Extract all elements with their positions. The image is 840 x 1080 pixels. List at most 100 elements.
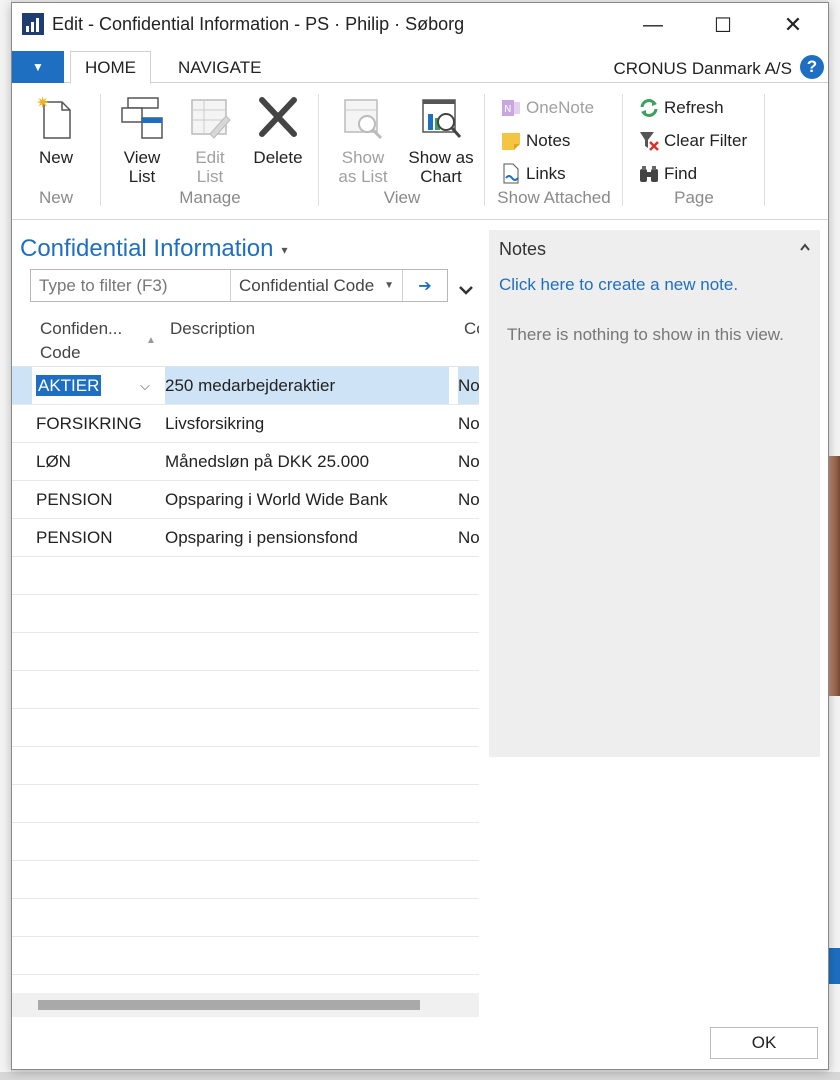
show-as-chart-button[interactable]: Show as Chart (400, 94, 482, 186)
table-row[interactable]: PENSION Opsparing i pensionsfond No (12, 519, 479, 557)
sort-ascending-icon: ▲ (146, 335, 156, 346)
third-column-cell[interactable]: No (458, 405, 479, 442)
page-title-text: Confidential Information (20, 235, 274, 262)
table-row[interactable]: LØN Månedsløn på DKK 25.000 No (12, 443, 479, 481)
maximize-button[interactable]: ☐ (688, 3, 758, 47)
view-list-button[interactable]: View List (110, 94, 174, 186)
empty-row (12, 671, 479, 709)
close-button[interactable]: ✕ (758, 3, 828, 47)
find-label: Find (664, 164, 698, 183)
links-label: Links (526, 164, 566, 183)
empty-row (12, 595, 479, 633)
delete-label: Delete (253, 148, 303, 167)
title-bar: Edit - Confidential Information - PS · P… (12, 3, 828, 47)
page-title[interactable]: Confidential Information ▾ (20, 235, 288, 263)
description-cell[interactable]: Opsparing i World Wide Bank (165, 481, 449, 518)
column-header-third[interactable]: Co (464, 317, 479, 341)
apply-filter-arrow-icon[interactable]: ➔ (403, 276, 447, 296)
third-column-cell[interactable]: No (458, 443, 479, 480)
links-button[interactable]: Links (500, 160, 566, 188)
group-label-manage: Manage (179, 188, 241, 207)
show-as-chart-icon (419, 94, 463, 142)
group-label-view: View (383, 188, 421, 207)
svg-text:✷: ✷ (36, 94, 49, 112)
horizontal-scrollbar[interactable] (12, 993, 479, 1017)
delete-button[interactable]: Delete (246, 94, 310, 167)
edit-list-label: Edit List (195, 148, 225, 186)
company-name: CRONUS Danmark A/S (613, 59, 792, 78)
background-bottom (0, 1072, 840, 1080)
ribbon-group-show-attached: N OneNote Notes Links Show Attached (486, 90, 622, 214)
application-menu-button[interactable]: ▼ (12, 51, 64, 83)
code-cell[interactable]: PENSION (36, 519, 156, 556)
show-as-list-button[interactable]: Show as List (328, 94, 398, 186)
chevron-down-icon: ▾ (281, 242, 288, 257)
third-column-cell[interactable]: No (458, 367, 479, 404)
notes-label: Notes (526, 131, 571, 150)
description-cell[interactable]: Livsforsikring (165, 405, 449, 442)
show-as-list-label: Show as List (338, 148, 388, 186)
onenote-icon: N (500, 97, 522, 119)
code-cell[interactable]: AKTIER (36, 367, 156, 404)
code-cell[interactable]: PENSION (36, 481, 156, 518)
ribbon-separator (318, 94, 319, 206)
minimize-button[interactable]: — (618, 3, 688, 47)
tab-navigate[interactable]: NAVIGATE (164, 51, 275, 84)
scrollbar-thumb[interactable] (38, 1000, 420, 1010)
column-header-code-line1: Confiden... (40, 319, 123, 338)
help-icon[interactable]: ? (800, 55, 824, 79)
expand-chevron-icon[interactable] (458, 283, 474, 301)
collapse-caret-icon[interactable] (800, 240, 810, 254)
empty-row (12, 557, 479, 595)
notes-title: Notes (499, 239, 547, 259)
empty-row (12, 709, 479, 747)
new-button[interactable]: ✷ New (24, 93, 88, 167)
ribbon-group-manage: View List Edit List Delete Manage (102, 90, 318, 214)
empty-row (12, 633, 479, 671)
clear-filter-button[interactable]: Clear Filter (638, 127, 747, 155)
filter-bar: Type to filter (F3) Confidential Code ▼ … (30, 269, 448, 302)
third-column-cell[interactable]: No (458, 481, 479, 518)
filter-field-select[interactable]: Confidential Code ▼ (231, 270, 403, 301)
filter-field-label: Confidential Code (239, 275, 375, 295)
chevron-down-icon[interactable]: ⌵ (140, 367, 150, 404)
refresh-button[interactable]: Refresh (638, 94, 724, 122)
code-cell[interactable]: FORSIKRING (36, 405, 156, 442)
code-cell[interactable]: LØN (36, 443, 156, 480)
notes-factbox: Notes Click here to create a new note. T… (489, 230, 820, 757)
new-label: New (38, 148, 73, 167)
find-button[interactable]: Find (638, 160, 697, 188)
table-row[interactable]: PENSION Opsparing i World Wide Bank No (12, 481, 479, 519)
edit-list-button[interactable]: Edit List (178, 94, 242, 186)
notes-empty-message: There is nothing to show in this view. (507, 325, 784, 344)
column-header-code[interactable]: Confiden... Code (40, 317, 122, 365)
third-column-cell[interactable]: No (458, 519, 479, 556)
link-document-icon (500, 163, 522, 185)
code-value: AKTIER (36, 375, 102, 396)
table-row[interactable]: FORSIKRING Livsforsikring No (12, 405, 479, 443)
dropdown-arrow-icon: ▼ (384, 280, 394, 291)
table-header: Confiden... Code ▲ Description Co (12, 309, 479, 367)
notes-button[interactable]: Notes (500, 127, 570, 155)
column-header-description[interactable]: Description (170, 317, 255, 341)
ribbon-separator (484, 94, 485, 206)
ok-button[interactable]: OK (710, 1027, 818, 1059)
tab-home[interactable]: HOME (70, 51, 151, 84)
ribbon-separator (100, 94, 101, 206)
background-photo (828, 456, 840, 696)
view-list-icon (120, 94, 164, 142)
table-row[interactable]: AKTIER ⌵ 250 medarbejderaktier No (12, 367, 479, 405)
filter-input[interactable]: Type to filter (F3) (31, 270, 231, 301)
group-label-new: New (38, 188, 73, 207)
description-cell[interactable]: Månedsløn på DKK 25.000 (165, 443, 449, 480)
description-cell[interactable]: Opsparing i pensionsfond (165, 519, 449, 556)
create-note-link[interactable]: Click here to create a new note. (499, 275, 738, 295)
onenote-label: OneNote (526, 98, 595, 117)
group-label-page: Page (674, 188, 714, 207)
description-cell[interactable]: 250 medarbejderaktier (165, 367, 449, 404)
empty-row (12, 823, 479, 861)
onenote-button[interactable]: N OneNote (500, 94, 594, 122)
column-header-code-line2: Code (40, 343, 81, 362)
view-list-label: View List (123, 148, 161, 186)
refresh-label: Refresh (664, 98, 724, 117)
